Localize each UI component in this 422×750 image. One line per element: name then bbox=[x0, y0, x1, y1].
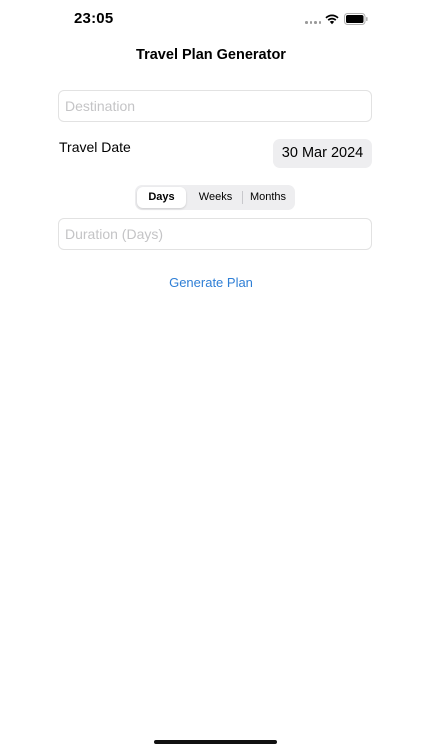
destination-input[interactable] bbox=[59, 91, 371, 121]
travel-date-picker-button[interactable]: 30 Mar 2024 bbox=[273, 139, 372, 168]
segment-months[interactable]: Months bbox=[243, 187, 293, 208]
status-time: 23:05 bbox=[74, 10, 114, 27]
status-bar: 23:05 bbox=[0, 0, 422, 40]
page-title: Travel Plan Generator bbox=[136, 47, 286, 63]
wifi-icon bbox=[325, 14, 339, 25]
generate-plan-button[interactable]: Generate Plan bbox=[0, 275, 422, 290]
segment-days[interactable]: Days bbox=[137, 187, 186, 208]
duration-unit-segmented-control: Days Weeks Months bbox=[135, 185, 295, 210]
signal-dots-icon bbox=[305, 21, 321, 24]
duration-field-container bbox=[58, 218, 372, 250]
battery-icon bbox=[344, 13, 368, 25]
destination-field-container bbox=[58, 90, 372, 122]
home-indicator[interactable] bbox=[154, 740, 277, 744]
travel-date-label: Travel Date bbox=[59, 139, 131, 155]
segment-weeks[interactable]: Weeks bbox=[190, 187, 241, 208]
duration-input[interactable] bbox=[59, 219, 371, 249]
